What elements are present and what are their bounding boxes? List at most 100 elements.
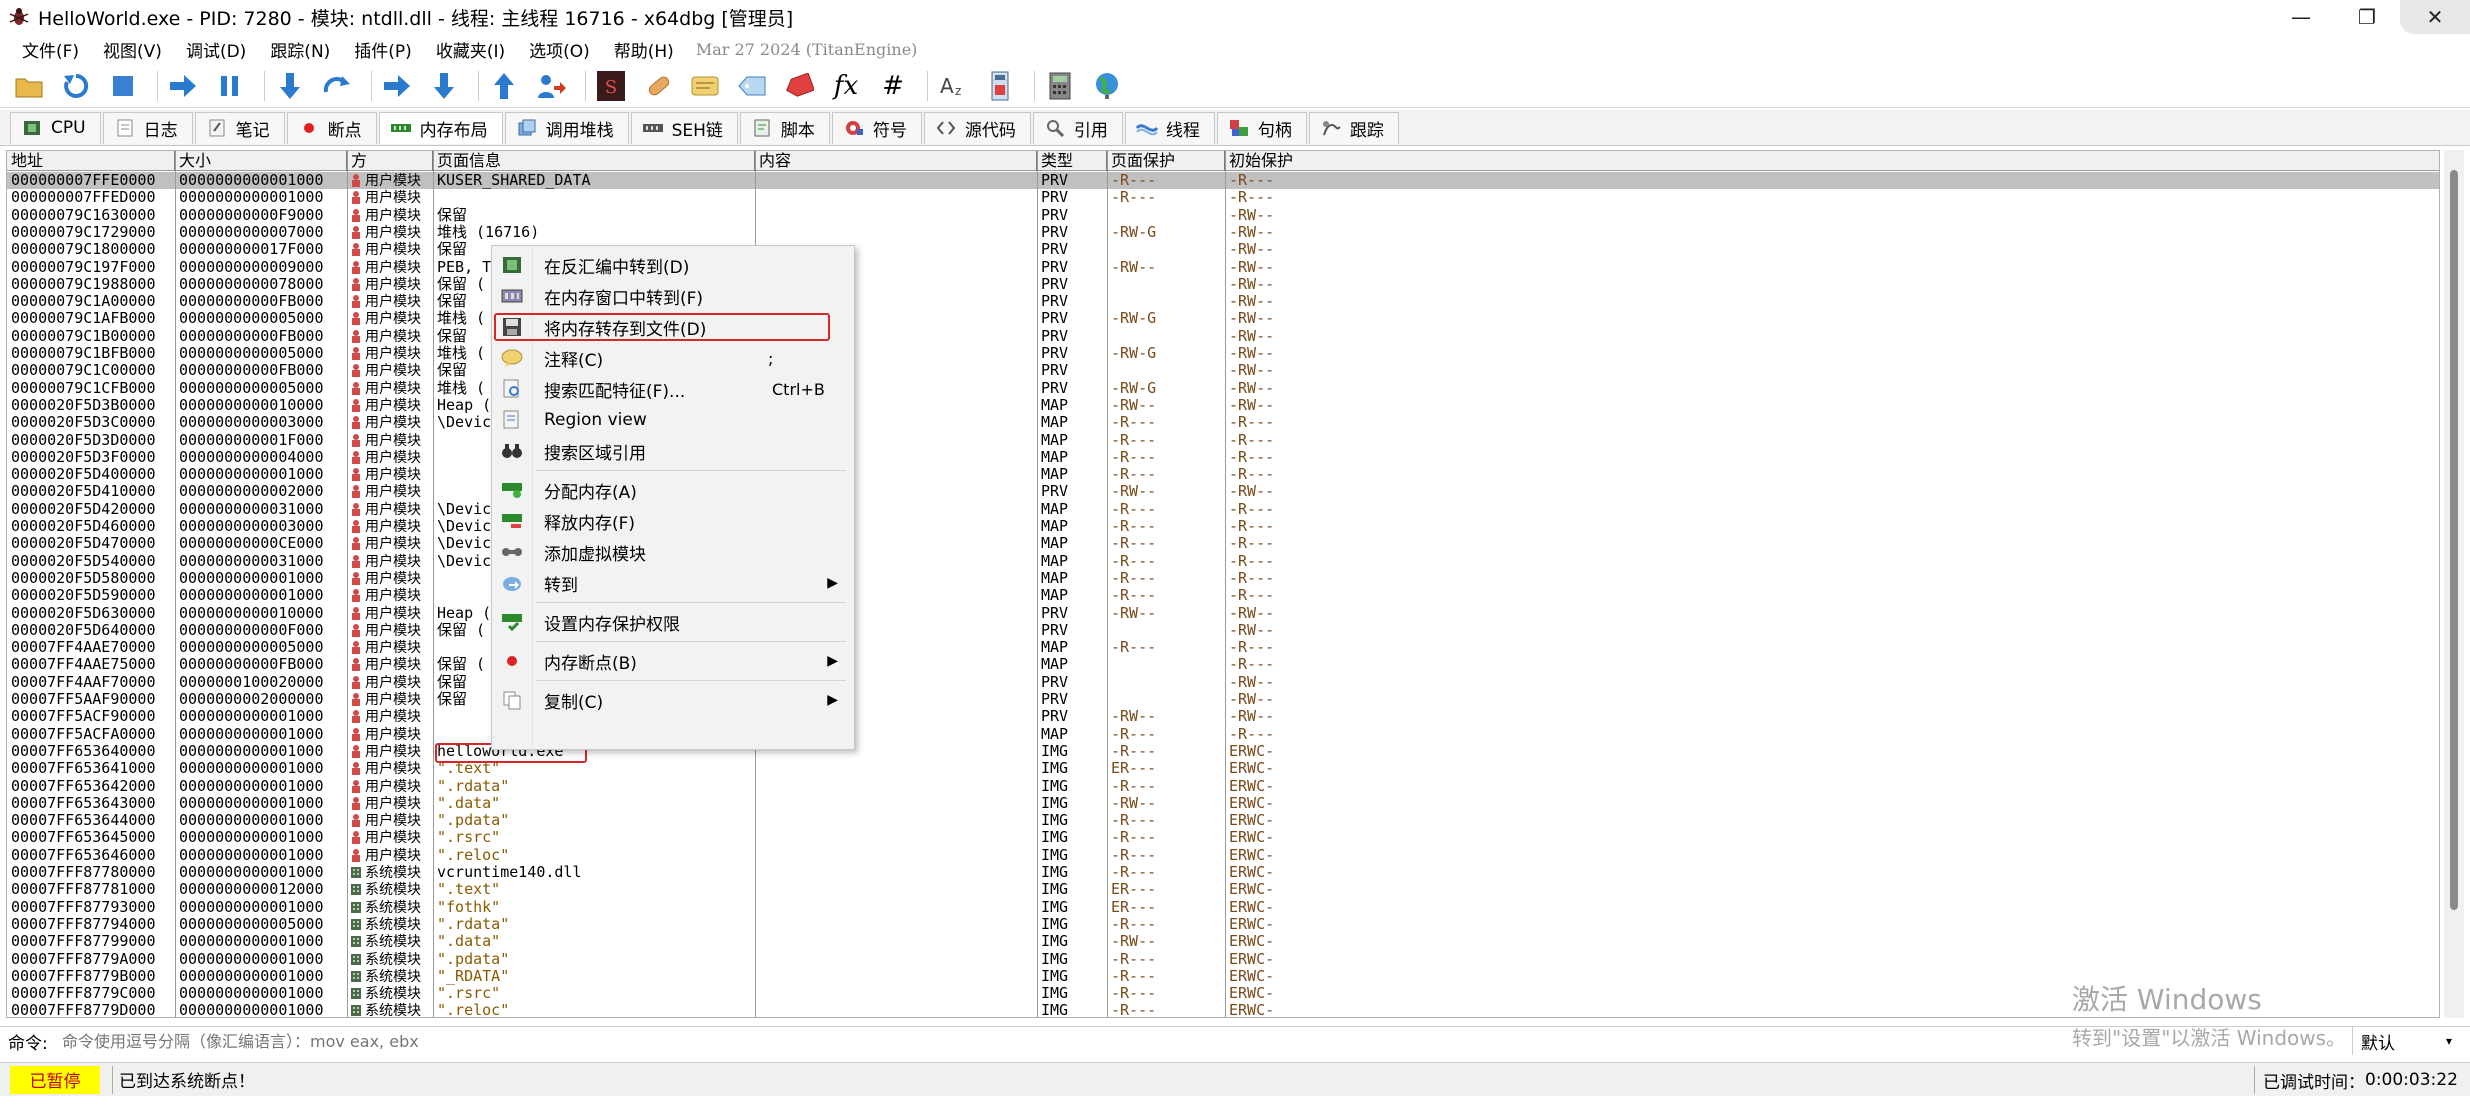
menu-item-find-references[interactable]: 搜索区域引用 — [492, 436, 856, 466]
table-row[interactable]: 00000079C1B00000 00000000000FB000 用户模块 保留 PR… — [7, 328, 2439, 345]
table-row[interactable]: 0000020F5D3D0000 000000000001F000 用户模块 MAP -… — [7, 432, 2439, 449]
menu-item-memory-breakpoint[interactable]: 内存断点(B) ▶ — [492, 646, 856, 676]
menu-plugins[interactable]: 插件(P) — [346, 37, 428, 62]
table-row[interactable]: 00007FF653641000 0000000000001000 用户模块 ".te… — [7, 760, 2439, 777]
menu-help[interactable]: 帮助(H) — [606, 37, 690, 62]
menu-item-goto-disassembly[interactable]: 在反汇编中转到(D) — [492, 250, 856, 280]
tab-seh-chain[interactable]: SEH链 — [630, 111, 738, 144]
table-row[interactable]: 00007FF653646000 0000000000001000 用户模块 ".re… — [7, 847, 2439, 864]
close-button[interactable]: ✕ — [2400, 0, 2470, 34]
table-row[interactable]: 0000020F5D400000 0000000000001000 用户模块 MAP -… — [7, 466, 2439, 483]
table-row[interactable]: 0000020F5D3F0000 0000000000004000 用户模块 MAP -… — [7, 449, 2439, 466]
header-address[interactable]: 地址 — [7, 151, 175, 171]
table-row[interactable]: 0000020F5D540000 0000000000031000 用户模块 \Dev… — [7, 553, 2439, 570]
menu-item-region-view[interactable]: Region view — [492, 405, 856, 435]
globe-icon[interactable] — [1088, 68, 1126, 104]
bookmark-icon[interactable] — [780, 68, 818, 104]
tab-cpu[interactable]: CPU — [10, 111, 101, 144]
table-row[interactable]: 00000079C1800000 000000000017F000 用户模块 保留 PR… — [7, 241, 2439, 258]
tab-script[interactable]: 脚本 — [739, 111, 830, 144]
comment-icon[interactable] — [686, 68, 724, 104]
table-row[interactable]: 00007FF653640000 0000000000001000 用户模块 hell… — [7, 743, 2439, 760]
function-icon[interactable]: fx — [827, 68, 865, 104]
table-row[interactable]: 00000079C1A00000 00000000000FB000 用户模块 保留 PR… — [7, 293, 2439, 310]
tab-handles[interactable]: 句柄 — [1216, 111, 1307, 144]
menu-item-goto[interactable]: 转到 ▶ — [492, 568, 856, 598]
memory-map-table[interactable]: 地址 大小 方 页面信息 内容 类型 页面保护 初始保护 000000007FF… — [6, 150, 2440, 1018]
table-row[interactable]: 00000079C1630000 00000000000F9000 用户模块 保留 PR… — [7, 207, 2439, 224]
header-size[interactable]: 大小 — [175, 151, 347, 171]
trace-into-icon[interactable] — [378, 68, 416, 104]
menu-options[interactable]: 选项(O) — [521, 37, 606, 62]
tab-memory-map[interactable]: 内存布局 — [378, 111, 503, 144]
table-row[interactable]: 00007FFF87780000 0000000000001000 系统模块 vcru… — [7, 864, 2439, 881]
table-row[interactable]: 000000007FFED000 0000000000001000 用户模块 PRV -… — [7, 189, 2439, 206]
stop-icon[interactable] — [104, 68, 142, 104]
menu-item-goto-dump[interactable]: 在内存窗口中转到(F) — [492, 281, 856, 311]
menu-view[interactable]: 视图(V) — [95, 37, 178, 62]
label-icon[interactable] — [733, 68, 771, 104]
font-icon[interactable]: Az — [934, 68, 972, 104]
open-icon[interactable] — [10, 68, 48, 104]
scylla-icon[interactable]: S — [592, 68, 630, 104]
table-row[interactable]: 00007FFF87794000 0000000000005000 系统模块 ".rd… — [7, 916, 2439, 933]
menu-file[interactable]: 文件(F) — [14, 37, 95, 62]
table-row[interactable]: 0000020F5D590000 0000000000001000 用户模块 MAP -… — [7, 587, 2439, 604]
table-row[interactable]: 0000020F5D3C0000 0000000000003000 用户模块 \Dev… — [7, 414, 2439, 431]
vertical-scrollbar[interactable] — [2444, 150, 2464, 1018]
trace-over-icon[interactable] — [425, 68, 463, 104]
table-row[interactable]: 00000079C1BFB000 0000000000005000 用户模块 堆栈 (… — [7, 345, 2439, 362]
table-row[interactable]: 00000079C1C00000 00000000000FB000 用户模块 保留 PR… — [7, 362, 2439, 379]
table-row[interactable]: 00007FF653642000 0000000000001000 用户模块 ".rd… — [7, 778, 2439, 795]
table-row[interactable]: 00007FFF87781000 0000000000012000 系统模块 ".te… — [7, 881, 2439, 898]
table-row[interactable]: 00007FF5ACF90000 0000000000001000 用户模块 PRV -… — [7, 708, 2439, 725]
table-row[interactable]: 0000020F5D640000 000000000000F000 用户模块 保留 (… — [7, 622, 2439, 639]
menu-item-search-pattern[interactable]: 搜索匹配特征(F)... Ctrl+B — [492, 374, 856, 404]
header-type[interactable]: 类型 — [1037, 151, 1107, 171]
menu-trace[interactable]: 跟踪(N) — [262, 37, 346, 62]
restart-icon[interactable] — [57, 68, 95, 104]
menu-item-allocate-memory[interactable]: 分配内存(A) — [492, 475, 856, 505]
tab-log[interactable]: 日志 — [102, 111, 193, 144]
header-protection[interactable]: 页面保护 — [1107, 151, 1225, 171]
tab-trace[interactable]: 跟踪 — [1308, 111, 1399, 144]
step-over-icon[interactable] — [318, 68, 356, 104]
tab-call-stack[interactable]: 调用堆栈 — [504, 111, 629, 144]
tab-references[interactable]: 引用 — [1032, 111, 1123, 144]
tab-source[interactable]: 源代码 — [923, 111, 1031, 144]
table-row[interactable]: 00007FF4AAE75000 00000000000FB000 用户模块 保留 (… — [7, 656, 2439, 673]
pause-icon[interactable] — [211, 68, 249, 104]
table-row[interactable]: 00007FF5ACFA0000 0000000000001000 用户模块 MAP -… — [7, 726, 2439, 743]
patch-icon[interactable] — [639, 68, 677, 104]
table-row[interactable]: 00000079C1729000 0000000000007000 用户模块 堆栈 (… — [7, 224, 2439, 241]
table-row[interactable]: 00000079C197F000 0000000000009000 用户模块 PEB,… — [7, 259, 2439, 276]
menu-item-add-virtual-module[interactable]: 添加虚拟模块 — [492, 537, 856, 567]
table-row[interactable]: 0000020F5D630000 0000000000010000 用户模块 Heap… — [7, 605, 2439, 622]
table-row[interactable]: 0000020F5D3B0000 0000000000010000 用户模块 Heap… — [7, 397, 2439, 414]
command-mode-select[interactable]: 默认 ▾ — [2352, 1027, 2460, 1055]
header-page-info[interactable]: 页面信息 — [433, 151, 755, 171]
menu-favourites[interactable]: 收藏夹(I) — [428, 37, 521, 62]
table-row[interactable]: 00007FF653643000 0000000000001000 用户模块 ".da… — [7, 795, 2439, 812]
maximize-button[interactable]: ❐ — [2334, 0, 2400, 34]
run-icon[interactable] — [164, 68, 202, 104]
command-input[interactable] — [60, 1028, 2340, 1055]
menu-debug[interactable]: 调试(D) — [178, 37, 262, 62]
table-row[interactable]: 00007FFF8779A000 0000000000001000 系统模块 ".pd… — [7, 951, 2439, 968]
table-row[interactable]: 0000020F5D420000 0000000000031000 用户模块 \Dev… — [7, 501, 2439, 518]
tab-threads[interactable]: 线程 — [1124, 111, 1215, 144]
menu-item-free-memory[interactable]: 释放内存(F) — [492, 506, 856, 536]
table-row[interactable]: 0000020F5D410000 0000000000002000 用户模块 PRV -… — [7, 483, 2439, 500]
hash-icon[interactable]: # — [874, 68, 912, 104]
table-row[interactable]: 00000079C1AFB000 0000000000005000 用户模块 堆栈 (… — [7, 310, 2439, 327]
table-row[interactable]: 00007FF4AAF70000 0000000100020000 用户模块 保留 PR… — [7, 674, 2439, 691]
table-row[interactable]: 00007FFF87799000 0000000000001000 系统模块 ".da… — [7, 933, 2439, 950]
table-row[interactable]: 00007FF4AAE70000 0000000000005000 用户模块 MAP -… — [7, 639, 2439, 656]
header-initial-protection[interactable]: 初始保护 — [1225, 151, 2439, 171]
minimize-button[interactable]: — — [2268, 0, 2334, 34]
settings-icon[interactable] — [1041, 68, 1079, 104]
step-into-icon[interactable] — [271, 68, 309, 104]
menu-item-set-page-protection[interactable]: 设置内存保护权限 — [492, 607, 856, 637]
header-content[interactable]: 内容 — [755, 151, 1037, 171]
table-row[interactable]: 0000020F5D460000 0000000000003000 用户模块 \Dev… — [7, 518, 2439, 535]
